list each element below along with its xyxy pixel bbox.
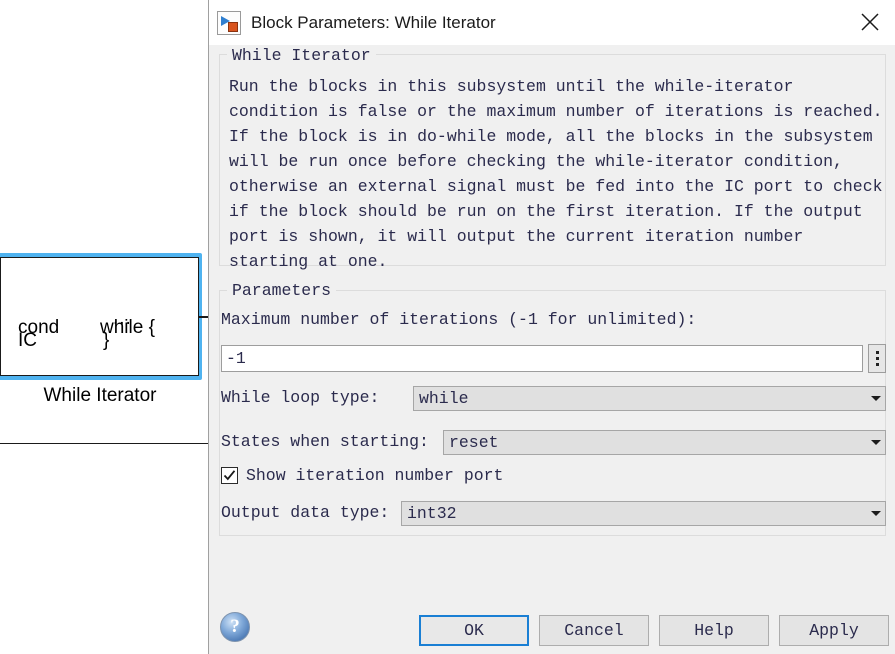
question-mark-icon[interactable]: ? <box>220 612 250 642</box>
vertical-dots-icon[interactable] <box>868 344 886 373</box>
while-loop-type-dropdown[interactable]: while <box>413 386 886 411</box>
close-icon[interactable] <box>848 4 892 40</box>
while-loop-type-label: While loop type: <box>221 388 380 407</box>
while-loop-type-value: while <box>419 389 469 408</box>
states-when-starting-label: States when starting: <box>221 432 429 451</box>
show-iteration-number-port-checkbox-row[interactable]: Show iteration number port <box>221 466 503 485</box>
simulink-block-icon <box>217 10 241 35</box>
show-iteration-number-port-label: Show iteration number port <box>246 466 504 485</box>
states-when-starting-value: reset <box>449 433 499 452</box>
block-label-ic: IC <box>18 330 37 351</box>
output-data-type-dropdown[interactable]: int32 <box>401 501 886 526</box>
chevron-down-icon <box>867 396 885 401</box>
block-parameters-dialog: Block Parameters: While Iterator While I… <box>208 0 895 654</box>
block-caption: While Iterator <box>43 385 157 406</box>
ok-button[interactable]: OK <box>419 615 529 646</box>
description-text: Run the blocks in this subsystem until t… <box>229 77 883 271</box>
block-output-port[interactable] <box>198 316 208 318</box>
chevron-down-icon <box>867 440 885 445</box>
checkmark-icon <box>223 470 236 481</box>
output-data-type-value: int32 <box>407 504 457 523</box>
block-label-ellipsis: ... <box>113 308 132 329</box>
show-iteration-number-port-checkbox[interactable] <box>221 467 238 484</box>
help-button[interactable]: Help <box>659 615 769 646</box>
question-mark-glyph: ? <box>230 616 240 637</box>
dialog-title: Block Parameters: While Iterator <box>251 12 496 32</box>
screen: cond IC while { ... } While Iterator Blo… <box>0 0 895 654</box>
output-data-type-label: Output data type: <box>221 503 390 522</box>
dialog-titlebar: Block Parameters: While Iterator <box>209 0 895 45</box>
states-when-starting-dropdown[interactable]: reset <box>443 430 886 455</box>
max-iterations-input[interactable] <box>221 345 863 372</box>
model-canvas[interactable]: cond IC while { ... } While Iterator <box>0 0 208 654</box>
chevron-down-icon <box>867 511 885 516</box>
block-label-brace-close: } <box>103 330 110 351</box>
parameters-groupbox-legend: Parameters <box>227 281 337 300</box>
cancel-button[interactable]: Cancel <box>539 615 649 646</box>
apply-button[interactable]: Apply <box>779 615 889 646</box>
max-iterations-label: Maximum number of iterations (-1 for unl… <box>221 310 697 329</box>
description-groupbox-legend: While Iterator <box>227 46 376 65</box>
canvas-separator-line <box>0 443 208 444</box>
